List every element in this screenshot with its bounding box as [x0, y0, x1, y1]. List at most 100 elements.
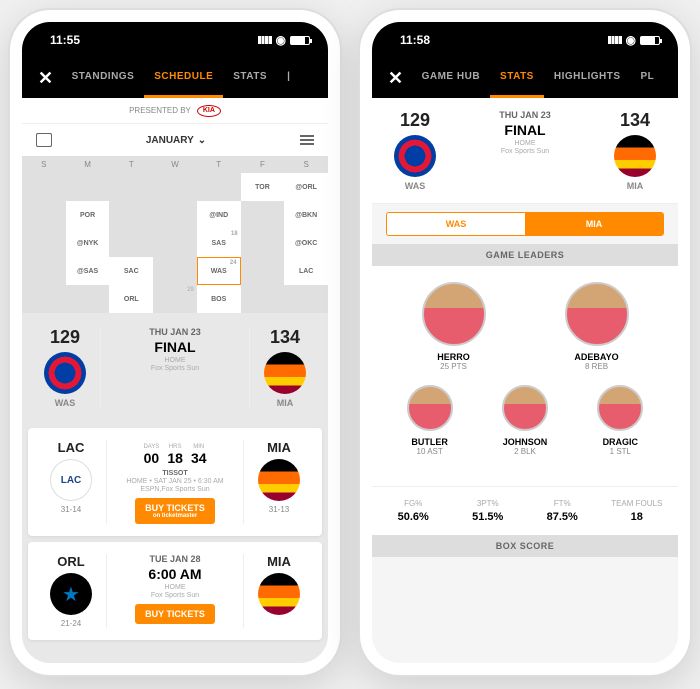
team-stats-row: FG%50.6% 3PT%51.5% FT%87.5% TEAM FOULS18: [372, 486, 678, 535]
away-team: LAC LAC 31-14: [36, 440, 106, 524]
buy-tickets-button[interactable]: BUY TICKETS: [135, 604, 215, 624]
game-date: THU JAN 23: [456, 110, 594, 120]
player-stat: 8 REB: [525, 362, 668, 371]
stats-content[interactable]: 129 WAS THU JAN 23 FINAL HOME Fox Sports…: [372, 98, 678, 663]
heat-logo-icon: [264, 352, 306, 394]
cal-day[interactable]: ORL: [109, 285, 153, 313]
player-name: ADEBAYO: [525, 352, 668, 362]
cal-day[interactable]: POR: [66, 201, 110, 229]
countdown: DAYS00 HRS18 MIN34: [113, 444, 237, 466]
game-tv: ESPN,Fox Sports Sun: [113, 486, 237, 493]
tab-more[interactable]: |: [277, 58, 300, 98]
away-abbr: WAS: [380, 181, 450, 191]
game-date: THU JAN 23: [107, 327, 243, 337]
cal-day[interactable]: @NYK: [66, 229, 110, 257]
close-icon[interactable]: ✕: [30, 68, 62, 89]
close-icon[interactable]: ✕: [380, 68, 412, 89]
game-time: 6:00 AM: [113, 566, 237, 582]
toggle-was[interactable]: WAS: [387, 213, 525, 235]
kia-logo-icon: KIA: [197, 105, 221, 117]
signal-icon: [258, 33, 272, 47]
cal-day[interactable]: @ORL: [284, 173, 328, 201]
tab-schedule[interactable]: SCHEDULE: [144, 58, 223, 98]
game-info: TUE JAN 28 6:00 AM HOME Fox Sports Sun B…: [106, 554, 244, 628]
away-team: 129 WAS: [30, 327, 100, 408]
list-view-icon[interactable]: [300, 135, 314, 145]
cal-day[interactable]: @OKC: [284, 229, 328, 257]
featured-game[interactable]: 129 WAS THU JAN 23 FINAL HOME Fox Sports…: [22, 313, 328, 422]
cal-day-selected[interactable]: WAS24: [197, 257, 241, 285]
battery-icon: [290, 36, 310, 45]
tab-stats[interactable]: STATS: [223, 58, 277, 98]
chevron-down-icon: ⌄: [198, 135, 206, 146]
player-name: JOHNSON: [477, 437, 572, 447]
status-icons: ◉: [258, 33, 310, 47]
cal-day[interactable]: LAC: [284, 257, 328, 285]
game-leaders-header: GAME LEADERS: [372, 244, 678, 266]
player-name: DRAGIC: [573, 437, 668, 447]
stat-3pt: 3PT%51.5%: [451, 499, 526, 523]
player-stat: 2 BLK: [477, 447, 572, 456]
stat-fouls: TEAM FOULS18: [600, 499, 675, 523]
cal-day[interactable]: SAC: [109, 257, 153, 285]
buy-tickets-button[interactable]: BUY TICKETSon ticketmaster: [135, 498, 215, 524]
game-tv: Fox Sports Sun: [107, 365, 243, 372]
tab-highlights[interactable]: HIGHLIGHTS: [544, 58, 631, 98]
magic-logo-icon: ★: [50, 573, 92, 615]
phone-stats: 11:58 ◉ ✕ GAME HUB STATS HIGHLIGHTS PL 1…: [360, 10, 690, 675]
cal-day[interactable]: TOR: [241, 173, 285, 201]
home-abbr: MIA: [600, 181, 670, 191]
phone-schedule: 11:55 ◉ ✕ STANDINGS SCHEDULE STATS | PRE…: [10, 10, 340, 675]
tab-stats[interactable]: STATS: [490, 58, 544, 98]
game-info: THU JAN 23 FINAL HOME Fox Sports Sun: [100, 327, 250, 408]
cal-day[interactable]: @IND: [197, 201, 241, 229]
schedule-content[interactable]: PRESENTED BY KIA JANUARY ⌄ SMTWTFS TOR@O…: [22, 98, 328, 663]
leader-stl[interactable]: DRAGIC 1 STL: [573, 385, 668, 456]
tab-gamehub[interactable]: GAME HUB: [412, 58, 490, 98]
game-tv: Fox Sports Sun: [456, 148, 594, 155]
home-score: 134: [600, 110, 670, 131]
month-label: JANUARY: [146, 135, 194, 146]
game-date: TUE JAN 28: [113, 554, 237, 564]
leader-reb[interactable]: ADEBAYO 8 REB: [525, 282, 668, 371]
toggle-mia[interactable]: MIA: [525, 213, 663, 235]
player-avatar: [422, 282, 486, 346]
status-time: 11:58: [400, 33, 430, 47]
player-stat: 10 AST: [382, 447, 477, 456]
away-score: 129: [30, 327, 100, 348]
game-schedule: HOME • SAT JAN 25 • 6:30 AM: [113, 478, 237, 485]
game-leaders: HERRO 25 PTS ADEBAYO 8 REB BUTLER 10 AST: [372, 266, 678, 486]
heat-logo-icon: [258, 459, 300, 501]
away-record: 31-14: [36, 505, 106, 514]
nav-tabs: ✕ GAME HUB STATS HIGHLIGHTS PL: [372, 58, 678, 98]
team-toggle: WAS MIA: [386, 212, 664, 236]
player-stat: 1 STL: [573, 447, 668, 456]
player-avatar: [597, 385, 643, 431]
away-record: 21-24: [36, 619, 106, 628]
home-team: MIA: [244, 554, 314, 628]
tab-standings[interactable]: STANDINGS: [62, 58, 145, 98]
status-icons: ◉: [608, 33, 660, 47]
wifi-icon: ◉: [276, 33, 286, 47]
cal-day[interactable]: @BKN: [284, 201, 328, 229]
leader-pts[interactable]: HERRO 25 PTS: [382, 282, 525, 371]
cal-day[interactable]: BOS: [197, 285, 241, 313]
leader-ast[interactable]: BUTLER 10 AST: [382, 385, 477, 456]
leader-blk[interactable]: JOHNSON 2 BLK: [477, 385, 572, 456]
cal-day[interactable]: SAS18: [197, 229, 241, 257]
upcoming-game[interactable]: LAC LAC 31-14 DAYS00 HRS18 MIN34 TISSOT …: [28, 428, 322, 536]
heat-logo-icon: [258, 573, 300, 615]
calendar-add-icon[interactable]: [36, 133, 52, 147]
heat-logo-icon: [614, 135, 656, 177]
clippers-logo-icon: LAC: [50, 459, 92, 501]
box-score-header[interactable]: BOX SCORE: [372, 535, 678, 557]
tab-plays[interactable]: PL: [631, 58, 665, 98]
player-name: HERRO: [382, 352, 525, 362]
month-dropdown[interactable]: JANUARY ⌄: [146, 135, 206, 146]
cal-day[interactable]: @SAS: [66, 257, 110, 285]
signal-icon: [608, 33, 622, 47]
game-info: THU JAN 23 FINAL HOME Fox Sports Sun: [450, 110, 600, 191]
upcoming-game[interactable]: ORL ★ 21-24 TUE JAN 28 6:00 AM HOME Fox …: [28, 542, 322, 640]
nav-tabs: ✕ STANDINGS SCHEDULE STATS |: [22, 58, 328, 98]
notch: [100, 22, 250, 44]
